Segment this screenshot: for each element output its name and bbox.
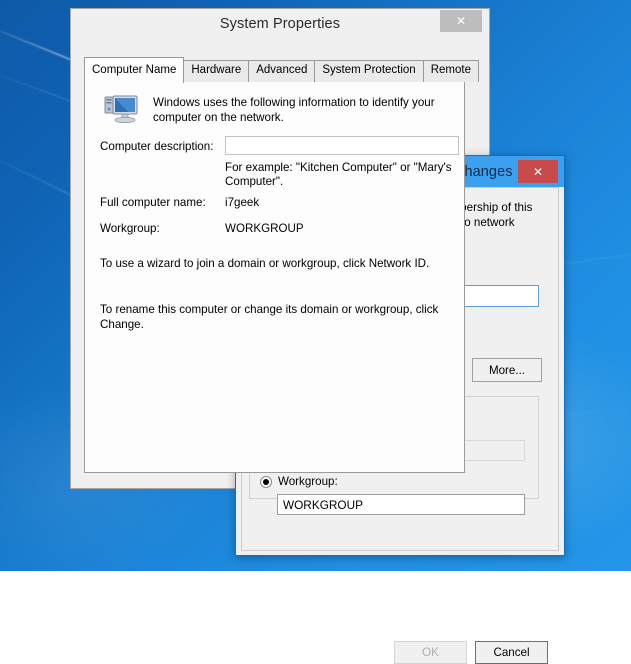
example-text: For example: "Kitchen Computer" or "Mary… xyxy=(225,161,452,188)
workgroup-label: Workgroup: xyxy=(100,222,160,235)
system-properties-body: Computer Name Hardware Advanced System P… xyxy=(71,39,489,488)
workgroup-radio-label: Workgroup: xyxy=(278,475,338,488)
workgroup-radio-icon[interactable] xyxy=(260,475,272,488)
system-properties-window: System Properties ✕ Computer Name Hardwa… xyxy=(70,8,490,489)
tabstrip: Computer Name Hardware Advanced System P… xyxy=(84,57,479,83)
intro-text: Windows uses the following information t… xyxy=(153,96,435,124)
workgroup-input[interactable]: WORKGROUP xyxy=(277,494,525,515)
full-computer-name-label: Full computer name: xyxy=(100,196,206,209)
page-title: System Properties xyxy=(219,16,341,32)
change-hint: To rename this computer or change its do… xyxy=(100,303,439,331)
full-computer-name-value: i7geek xyxy=(225,196,260,209)
tabpanel-computer-name: Windows uses the following information t… xyxy=(84,81,465,473)
tab-advanced[interactable]: Advanced xyxy=(248,60,316,82)
network-id-hint: To use a wizard to join a domain or work… xyxy=(100,257,430,270)
computer-description-input[interactable] xyxy=(225,136,459,155)
close-icon[interactable]: ✕ xyxy=(440,10,482,32)
cancel-button[interactable]: Cancel xyxy=(475,641,548,664)
computer-description-label: Computer description: xyxy=(100,140,214,153)
computer-icon xyxy=(104,95,138,123)
workgroup-value: WORKGROUP xyxy=(225,222,304,235)
ok-button: OK xyxy=(394,641,467,664)
tab-computer-name[interactable]: Computer Name xyxy=(84,57,185,83)
more-button[interactable]: More... xyxy=(472,358,542,382)
system-properties-titlebar[interactable]: System Properties ✕ xyxy=(71,9,489,39)
tab-hardware[interactable]: Hardware xyxy=(183,60,250,82)
close-icon[interactable]: ✕ xyxy=(518,160,558,183)
workgroup-radio-row[interactable]: Workgroup: xyxy=(260,475,338,488)
tab-remote[interactable]: Remote xyxy=(422,60,479,82)
tab-system-protection[interactable]: System Protection xyxy=(314,60,424,82)
